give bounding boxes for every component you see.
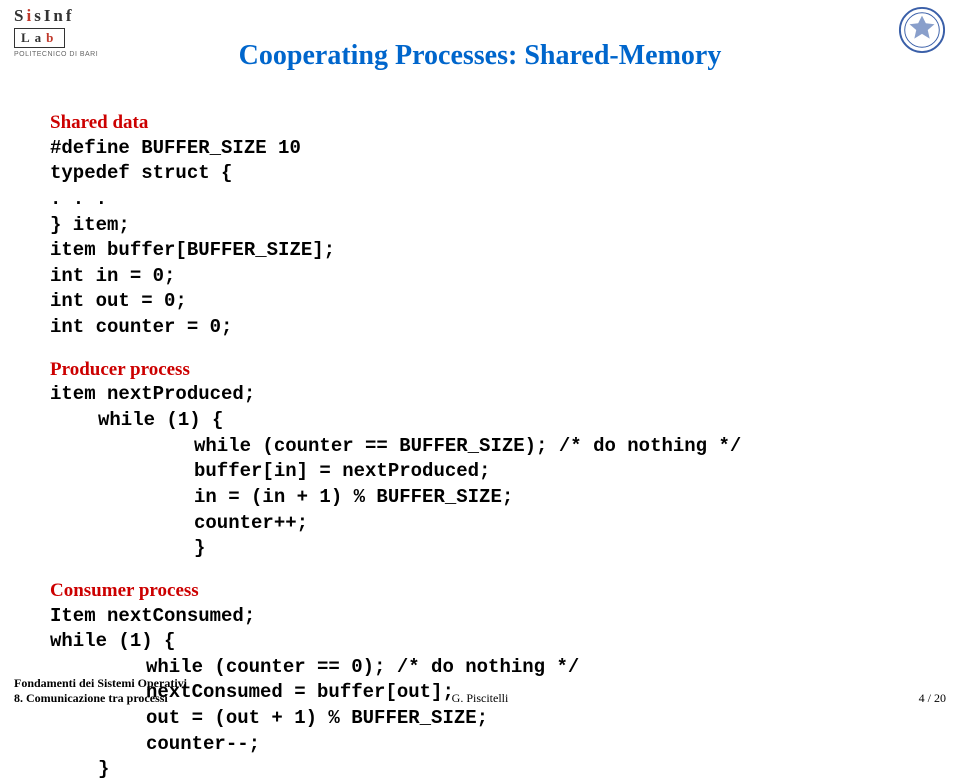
- code-line: counter--;: [146, 732, 910, 758]
- code-line: } item;: [50, 213, 910, 239]
- code-line: while (1) {: [98, 408, 910, 434]
- code-line: Item nextConsumed;: [50, 604, 910, 630]
- code-line: int in = 0;: [50, 264, 910, 290]
- footer-author: G. Piscitelli: [452, 691, 509, 706]
- footer-left-1: Fondamenti dei Sistemi Operativi: [14, 676, 946, 691]
- code-line: }: [194, 536, 910, 562]
- code-line: typedef struct {: [50, 161, 910, 187]
- code-line: #define BUFFER_SIZE 10: [50, 136, 910, 162]
- footer: Fondamenti dei Sistemi Operativi 8. Comu…: [14, 676, 946, 706]
- code-line: item nextProduced;: [50, 382, 910, 408]
- code-line: int out = 0;: [50, 289, 910, 315]
- code-line: item buffer[BUFFER_SIZE];: [50, 238, 910, 264]
- code-line: . . .: [50, 187, 910, 213]
- slide-title: Cooperating Processes: Shared-Memory: [0, 40, 960, 72]
- code-line: int counter = 0;: [50, 315, 910, 341]
- producer-heading: Producer process: [50, 357, 910, 383]
- footer-page: 4 / 20: [919, 691, 946, 706]
- code-line: in = (in + 1) % BUFFER_SIZE;: [194, 485, 910, 511]
- code-line: while (1) {: [50, 629, 910, 655]
- code-line: out = (out + 1) % BUFFER_SIZE;: [146, 706, 910, 732]
- shared-data-heading: Shared data: [50, 110, 910, 136]
- code-line: buffer[in] = nextProduced;: [194, 459, 910, 485]
- code-line: }: [98, 757, 910, 783]
- code-line: while (counter == BUFFER_SIZE); /* do no…: [194, 434, 910, 460]
- code-line: counter++;: [194, 511, 910, 537]
- consumer-heading: Consumer process: [50, 578, 910, 604]
- footer-left-2: 8. Comunicazione tra processi: [14, 691, 168, 706]
